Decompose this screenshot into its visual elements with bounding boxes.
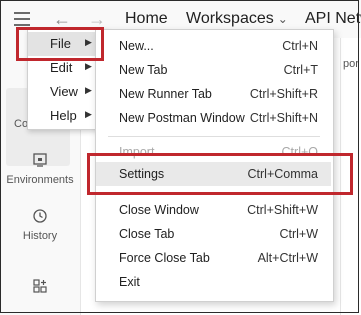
menu-item-exit[interactable]: Exit: [96, 270, 331, 294]
menu-item-label: Import...: [119, 145, 165, 159]
menu-item-help-label: Help: [50, 108, 77, 123]
sidebar-item-collections-label: Co: [14, 118, 29, 130]
menu-item-new-runner-tab[interactable]: New Runner Tab Ctrl+Shift+R: [96, 82, 331, 106]
menu-item-shortcut: Ctrl+W: [279, 227, 318, 241]
forward-arrow-icon[interactable]: →: [88, 9, 106, 30]
menu-item-edit[interactable]: Edit ▶: [28, 56, 104, 80]
menu-item-view-label: View: [50, 84, 78, 99]
back-arrow-icon[interactable]: ←: [53, 9, 71, 30]
sidebar-item-environments[interactable]: Environments: [0, 152, 80, 186]
tab-fragment: por: [343, 58, 359, 70]
menu-item-label: Settings: [119, 167, 165, 181]
menu-item-settings[interactable]: Settings Ctrl+Comma: [96, 162, 331, 186]
menu-item-file-label: File: [50, 36, 71, 51]
menu-item-shortcut: Ctrl+Shift+W: [247, 203, 318, 217]
menu-item-label: New Postman Window: [119, 111, 245, 125]
menu-item-label: Force Close Tab: [119, 251, 210, 265]
file-submenu: New... Ctrl+N New Tab Ctrl+T New Runner …: [95, 29, 334, 302]
menu-item-label: New Tab: [119, 63, 168, 77]
workspace-area: por: [340, 38, 361, 315]
menu-item-shortcut: Ctrl+Shift+R: [249, 87, 318, 101]
menu-item-new[interactable]: New... Ctrl+N: [96, 34, 331, 58]
workspaces-label: Workspaces: [186, 10, 274, 27]
submenu-arrow-icon: ▶: [85, 85, 92, 95]
menu-item-help[interactable]: Help ▶: [28, 104, 104, 128]
history-icon: [33, 209, 47, 223]
workspaces-dropdown[interactable]: Workspaces ⌄: [186, 10, 288, 28]
menu-item-new-tab[interactable]: New Tab Ctrl+T: [96, 58, 331, 82]
environments-label: Environments: [6, 174, 74, 186]
menu-separator: [108, 194, 320, 195]
menu-separator: [108, 136, 320, 137]
menu-item-file[interactable]: File ▶: [28, 32, 104, 56]
sidebar-item-more[interactable]: [0, 278, 80, 300]
menu-item-close-tab[interactable]: Close Tab Ctrl+W: [96, 222, 331, 246]
environments-icon: [33, 153, 47, 167]
menu-item-label: New Runner Tab: [119, 87, 212, 101]
menu-item-shortcut: Ctrl+Shift+N: [249, 111, 318, 125]
history-label: History: [22, 230, 58, 242]
menu-item-shortcut: Ctrl+O: [281, 145, 318, 159]
menu-item-label: Close Tab: [119, 227, 175, 241]
menu-item-label: Exit: [119, 275, 140, 289]
menu-item-shortcut: Alt+Ctrl+W: [257, 251, 318, 265]
menu-item-force-close-tab[interactable]: Force Close Tab Alt+Ctrl+W: [96, 246, 331, 270]
submenu-arrow-icon: ▶: [85, 61, 92, 71]
menu-item-import[interactable]: Import... Ctrl+O: [96, 140, 331, 164]
sidebar-item-history[interactable]: History: [0, 208, 80, 242]
hamburger-menu-icon[interactable]: [14, 12, 30, 26]
apps-grid-icon: [33, 279, 47, 293]
menu-item-shortcut: Ctrl+Comma: [247, 167, 319, 181]
menu-item-shortcut: Ctrl+N: [282, 39, 318, 53]
menu-item-shortcut: Ctrl+T: [283, 63, 318, 77]
api-network-link[interactable]: API Netw: [305, 10, 361, 28]
menu-item-edit-label: Edit: [50, 60, 73, 75]
chevron-down-icon: ⌄: [277, 12, 288, 26]
menu-item-new-postman-window[interactable]: New Postman Window Ctrl+Shift+N: [96, 106, 331, 130]
submenu-arrow-icon: ▶: [85, 109, 92, 119]
menu-item-close-window[interactable]: Close Window Ctrl+Shift+W: [96, 198, 331, 222]
home-link[interactable]: Home: [125, 10, 168, 28]
menu-item-view[interactable]: View ▶: [28, 80, 104, 104]
submenu-arrow-icon: ▶: [85, 37, 92, 47]
menu-item-label: New...: [119, 39, 154, 53]
menu-item-label: Close Window: [119, 203, 199, 217]
